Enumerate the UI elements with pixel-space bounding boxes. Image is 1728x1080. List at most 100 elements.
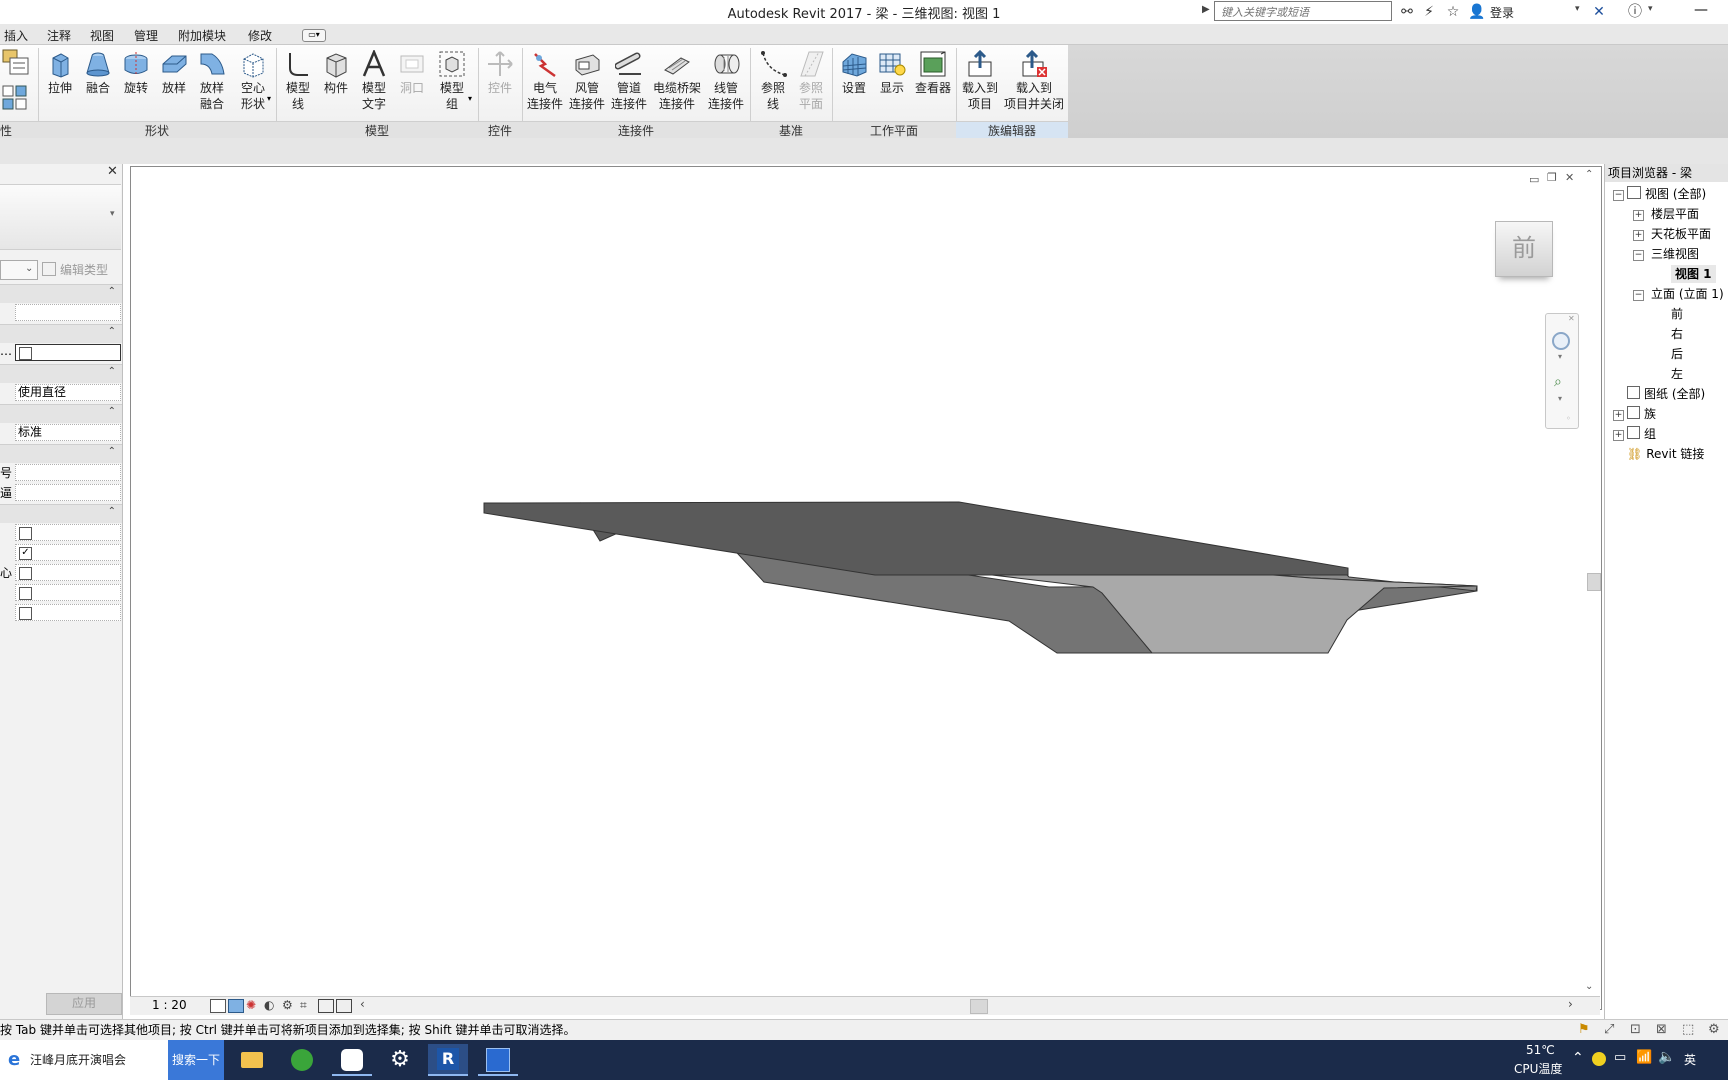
minimize-button[interactable]: — (1686, 2, 1716, 22)
binoculars-icon[interactable]: ⚯ (1398, 3, 1416, 21)
property-value[interactable] (15, 304, 121, 321)
model-group-dropdown-icon[interactable]: ▾ (468, 94, 472, 103)
scroll-left-icon[interactable]: ‹ (360, 997, 365, 1011)
checkbox[interactable] (19, 587, 32, 600)
load-into-project-button[interactable]: 载入到 项目 (958, 48, 1002, 120)
subscription-icon[interactable]: ⚡ (1420, 3, 1438, 21)
apply-button[interactable]: 应用 (46, 993, 122, 1015)
property-group-header[interactable]: ⌃ (0, 504, 122, 523)
collapse-toggle[interactable]: − (1633, 250, 1644, 261)
duct-connector-button[interactable]: 风管 连接件 (566, 48, 608, 120)
tree-item-3d-views[interactable]: 三维视图 (1651, 245, 1699, 263)
settings-gear-icon[interactable]: ⚙ (380, 1044, 420, 1076)
property-value[interactable] (15, 484, 121, 501)
revolve-button[interactable]: 旋转 (118, 48, 154, 120)
tree-item-elevation-front[interactable]: 前 (1671, 305, 1683, 323)
expand-toggle[interactable]: + (1613, 430, 1624, 441)
volume-icon[interactable]: 🔈 (1658, 1049, 1675, 1065)
checkbox[interactable] (19, 527, 32, 540)
property-value[interactable] (15, 524, 121, 541)
type-selector-dropdown-icon[interactable]: ▾ (110, 209, 115, 219)
void-forms-dropdown-icon[interactable]: ▾ (267, 94, 271, 103)
property-value[interactable] (15, 564, 121, 581)
tab-view[interactable]: 视图 (90, 27, 114, 44)
property-value[interactable] (15, 464, 121, 481)
shadows-icon[interactable]: ◐ (264, 998, 274, 1012)
help-dropdown-icon[interactable]: ▾ (1648, 4, 1653, 14)
select-underlay-icon[interactable]: ⊡ (1630, 1020, 1641, 1040)
family-category-icon[interactable] (2, 84, 30, 112)
tray-overflow-chevron-icon[interactable]: ⌃ (1572, 1050, 1584, 1066)
select-by-face-icon[interactable]: ⬚ (1682, 1020, 1694, 1040)
help-icon[interactable]: ⓘ (1626, 3, 1644, 21)
beam-top-deck-face[interactable] (483, 501, 1349, 576)
control-button[interactable]: 控件 (482, 48, 518, 120)
properties-close-icon[interactable]: ✕ (107, 164, 118, 179)
property-group-header[interactable]: ⌃ (0, 324, 122, 343)
cable-tray-connector-button[interactable]: 电缆桥架 连接件 (650, 48, 704, 120)
tree-item-views[interactable]: 视图 (全部) (1627, 185, 1706, 203)
taskbar-search-box[interactable]: e 汪峰月底开演唱会 (0, 1040, 168, 1080)
model-text-button[interactable]: 模型 文字 (356, 48, 392, 120)
electrical-connector-button[interactable]: 电气 连接件 (524, 48, 566, 120)
worksharing-icon[interactable]: ⚑ (1578, 1020, 1590, 1040)
reference-plane-button[interactable]: 参照 平面 (792, 48, 830, 120)
checkbox[interactable] (19, 607, 32, 620)
tree-item-elevation-back[interactable]: 后 (1671, 345, 1683, 363)
user-icon[interactable]: 👤 (1468, 3, 1486, 21)
beam-3d-model[interactable] (131, 167, 1601, 1009)
select-links-icon[interactable]: ⤢ (1604, 1020, 1614, 1040)
expand-toggle[interactable]: + (1613, 410, 1624, 421)
horizontal-scrollbar-thumb[interactable] (970, 999, 988, 1014)
void-forms-button[interactable]: 空心 形状 (234, 48, 272, 120)
help-search-field[interactable] (1214, 1, 1392, 22)
pipe-connector-button[interactable]: 管道 连接件 (608, 48, 650, 120)
blend-button[interactable]: 融合 (80, 48, 116, 120)
collapse-toggle[interactable]: − (1633, 290, 1644, 301)
help-search-input[interactable] (1219, 2, 1391, 22)
extrusion-button[interactable]: 拉伸 (42, 48, 78, 120)
cloud-app-icon[interactable] (332, 1044, 372, 1076)
network-icon[interactable]: 📶 (1636, 1050, 1652, 1065)
property-group-header[interactable]: ⌃ (0, 404, 122, 423)
property-value[interactable] (15, 584, 121, 601)
favorites-star-icon[interactable]: ☆ (1444, 3, 1462, 21)
tab-addins[interactable]: 附加模块 (178, 27, 226, 44)
expand-arrow-icon[interactable]: ▶ (1202, 4, 1210, 15)
browser-360-icon[interactable] (282, 1044, 322, 1076)
tree-item-ceiling-plans[interactable]: 天花板平面 (1651, 225, 1711, 243)
lock-3d-view-icon[interactable] (336, 999, 352, 1013)
visual-style-icon[interactable] (228, 999, 244, 1013)
exchange-apps-icon[interactable]: ✕ (1590, 3, 1608, 21)
input-method-indicator[interactable]: 英 (1684, 1051, 1696, 1068)
checkbox-checked[interactable]: ✓ (19, 547, 32, 560)
checkbox[interactable] (19, 567, 32, 580)
expand-toggle[interactable]: + (1633, 210, 1644, 221)
select-pinned-icon[interactable]: ⊠ (1656, 1020, 1667, 1040)
reference-line-button[interactable]: 参照 线 (754, 48, 792, 120)
tree-item-elevation-right[interactable]: 右 (1671, 325, 1683, 343)
ribbon-minimize-toggle[interactable]: ▭▾ (302, 29, 326, 42)
family-types-icon[interactable] (2, 48, 30, 76)
opening-button[interactable]: 洞口 (394, 48, 430, 120)
property-value[interactable]: ✓ (15, 544, 121, 561)
scroll-right-icon[interactable]: › (1568, 997, 1573, 1011)
property-value[interactable]: 标准 (15, 424, 121, 441)
collapse-toggle[interactable]: − (1613, 190, 1624, 201)
rendering-icon[interactable]: ⚙ (282, 998, 293, 1012)
tab-modify[interactable]: 修改 (248, 27, 272, 44)
property-group-header[interactable]: ⌃ (0, 284, 122, 303)
crop-view-icon[interactable]: ⌗ (300, 998, 307, 1013)
tree-item-sheets[interactable]: 图纸 (全部) (1627, 385, 1705, 403)
property-group-header[interactable]: ⌃ (0, 364, 122, 383)
tab-insert[interactable]: 插入 (4, 27, 28, 44)
tree-item-groups[interactable]: 组 (1627, 425, 1656, 443)
sweep-button[interactable]: 放样 (156, 48, 192, 120)
workplane-set-button[interactable]: 设置 (836, 48, 872, 120)
property-value[interactable] (15, 604, 121, 621)
property-value-active[interactable] (15, 344, 121, 361)
edit-type-button[interactable]: 编辑类型 (42, 260, 122, 280)
checkbox[interactable] (19, 347, 32, 360)
show-crop-region-icon[interactable] (318, 999, 334, 1013)
tree-item-elevation-left[interactable]: 左 (1671, 365, 1683, 383)
